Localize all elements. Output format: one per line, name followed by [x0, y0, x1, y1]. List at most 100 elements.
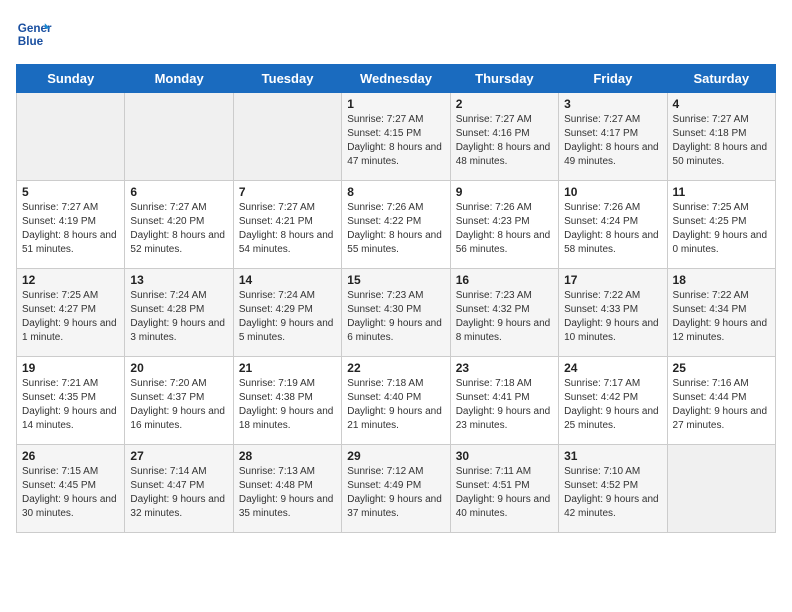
day-cell: 7 Sunrise: 7:27 AM Sunset: 4:21 PM Daylig…: [233, 181, 341, 269]
day-info: Sunrise: 7:27 AM Sunset: 4:19 PM Dayligh…: [22, 201, 119, 257]
day-cell: 5 Sunrise: 7:27 AM Sunset: 4:19 PM Daylig…: [17, 181, 125, 269]
day-info: Sunrise: 7:21 AM Sunset: 4:35 PM Dayligh…: [22, 377, 119, 433]
svg-text:General: General: [18, 22, 52, 35]
header-cell-tuesday: Tuesday: [233, 65, 341, 93]
day-info: Sunrise: 7:10 AM Sunset: 4:52 PM Dayligh…: [564, 465, 661, 521]
week-row-1: 1Sunrise: 7:27 AM Sunset: 4:15 PM Daylig…: [17, 93, 776, 181]
day-number: 26: [22, 449, 119, 463]
day-cell: 6 Sunrise: 7:27 AM Sunset: 4:20 PM Daylig…: [125, 181, 233, 269]
day-info: Sunrise: 7:27 AM Sunset: 4:20 PM Dayligh…: [130, 201, 227, 257]
header-row: SundayMondayTuesdayWednesdayThursdayFrid…: [17, 65, 776, 93]
day-number: 11: [673, 185, 770, 199]
day-number: 31: [564, 449, 661, 463]
day-info: Sunrise: 7:26 AM Sunset: 4:24 PM Dayligh…: [564, 201, 661, 257]
day-cell: 23 Sunrise: 7:18 AM Sunset: 4:41 PM Dayli…: [450, 357, 558, 445]
week-row-3: 12 Sunrise: 7:25 AM Sunset: 4:27 PM Dayli…: [17, 269, 776, 357]
day-number: 30: [456, 449, 553, 463]
day-cell: 11 Sunrise: 7:25 AM Sunset: 4:25 PM Dayli…: [667, 181, 775, 269]
calendar-table: SundayMondayTuesdayWednesdayThursdayFrid…: [16, 64, 776, 533]
day-cell: 20Sunrise: 7:20 AM Sunset: 4:37 PM Dayli…: [125, 357, 233, 445]
day-number: 25: [673, 361, 770, 375]
day-cell: [667, 445, 775, 533]
day-number: 7: [239, 185, 336, 199]
day-number: 20: [130, 361, 227, 375]
day-number: 14: [239, 273, 336, 287]
day-number: 3: [564, 97, 661, 111]
day-info: Sunrise: 7:26 AM Sunset: 4:23 PM Dayligh…: [456, 201, 553, 257]
day-number: 15: [347, 273, 444, 287]
day-cell: 10Sunrise: 7:26 AM Sunset: 4:24 PM Dayli…: [559, 181, 667, 269]
day-number: 22: [347, 361, 444, 375]
day-info: Sunrise: 7:23 AM Sunset: 4:30 PM Dayligh…: [347, 289, 444, 345]
day-info: Sunrise: 7:23 AM Sunset: 4:32 PM Dayligh…: [456, 289, 553, 345]
day-cell: 2Sunrise: 7:27 AM Sunset: 4:16 PM Daylig…: [450, 93, 558, 181]
day-number: 5: [22, 185, 119, 199]
day-number: 17: [564, 273, 661, 287]
day-info: Sunrise: 7:13 AM Sunset: 4:48 PM Dayligh…: [239, 465, 336, 521]
day-info: Sunrise: 7:25 AM Sunset: 4:25 PM Dayligh…: [673, 201, 770, 257]
header-cell-friday: Friday: [559, 65, 667, 93]
day-cell: 1Sunrise: 7:27 AM Sunset: 4:15 PM Daylig…: [342, 93, 450, 181]
day-number: 16: [456, 273, 553, 287]
day-cell: 28 Sunrise: 7:13 AM Sunset: 4:48 PM Dayli…: [233, 445, 341, 533]
day-cell: 31 Sunrise: 7:10 AM Sunset: 4:52 PM Dayli…: [559, 445, 667, 533]
day-info: Sunrise: 7:14 AM Sunset: 4:47 PM Dayligh…: [130, 465, 227, 521]
page-header: General Blue: [16, 16, 776, 52]
day-cell: 16 Sunrise: 7:23 AM Sunset: 4:32 PM Dayli…: [450, 269, 558, 357]
day-number: 12: [22, 273, 119, 287]
day-info: Sunrise: 7:22 AM Sunset: 4:33 PM Dayligh…: [564, 289, 661, 345]
day-cell: 8 Sunrise: 7:26 AM Sunset: 4:22 PM Daylig…: [342, 181, 450, 269]
header-cell-saturday: Saturday: [667, 65, 775, 93]
day-number: 13: [130, 273, 227, 287]
day-info: Sunrise: 7:24 AM Sunset: 4:28 PM Dayligh…: [130, 289, 227, 345]
day-info: Sunrise: 7:11 AM Sunset: 4:51 PM Dayligh…: [456, 465, 553, 521]
day-info: Sunrise: 7:22 AM Sunset: 4:34 PM Dayligh…: [673, 289, 770, 345]
day-number: 1: [347, 97, 444, 111]
header-cell-sunday: Sunday: [17, 65, 125, 93]
day-info: Sunrise: 7:12 AM Sunset: 4:49 PM Dayligh…: [347, 465, 444, 521]
day-info: Sunrise: 7:25 AM Sunset: 4:27 PM Dayligh…: [22, 289, 119, 345]
day-cell: 29 Sunrise: 7:12 AM Sunset: 4:49 PM Dayli…: [342, 445, 450, 533]
day-cell: 30 Sunrise: 7:11 AM Sunset: 4:51 PM Dayli…: [450, 445, 558, 533]
day-number: 6: [130, 185, 227, 199]
day-cell: 9 Sunrise: 7:26 AM Sunset: 4:23 PM Daylig…: [450, 181, 558, 269]
day-info: Sunrise: 7:27 AM Sunset: 4:21 PM Dayligh…: [239, 201, 336, 257]
day-cell: 21Sunrise: 7:19 AM Sunset: 4:38 PM Dayli…: [233, 357, 341, 445]
day-cell: 4Sunrise: 7:27 AM Sunset: 4:18 PM Daylig…: [667, 93, 775, 181]
day-number: 2: [456, 97, 553, 111]
day-number: 21: [239, 361, 336, 375]
day-info: Sunrise: 7:17 AM Sunset: 4:42 PM Dayligh…: [564, 377, 661, 433]
svg-text:Blue: Blue: [18, 35, 44, 48]
day-cell: 13 Sunrise: 7:24 AM Sunset: 4:28 PM Dayli…: [125, 269, 233, 357]
day-cell: [125, 93, 233, 181]
week-row-2: 5 Sunrise: 7:27 AM Sunset: 4:19 PM Daylig…: [17, 181, 776, 269]
day-cell: 15 Sunrise: 7:23 AM Sunset: 4:30 PM Dayli…: [342, 269, 450, 357]
day-info: Sunrise: 7:15 AM Sunset: 4:45 PM Dayligh…: [22, 465, 119, 521]
day-number: 29: [347, 449, 444, 463]
day-cell: [17, 93, 125, 181]
day-number: 24: [564, 361, 661, 375]
day-number: 27: [130, 449, 227, 463]
day-cell: 19Sunrise: 7:21 AM Sunset: 4:35 PM Dayli…: [17, 357, 125, 445]
day-cell: 18 Sunrise: 7:22 AM Sunset: 4:34 PM Dayli…: [667, 269, 775, 357]
logo: General Blue: [16, 16, 52, 52]
day-cell: 14Sunrise: 7:24 AM Sunset: 4:29 PM Dayli…: [233, 269, 341, 357]
day-info: Sunrise: 7:18 AM Sunset: 4:41 PM Dayligh…: [456, 377, 553, 433]
day-info: Sunrise: 7:27 AM Sunset: 4:17 PM Dayligh…: [564, 113, 661, 169]
day-cell: 27 Sunrise: 7:14 AM Sunset: 4:47 PM Dayli…: [125, 445, 233, 533]
header-cell-wednesday: Wednesday: [342, 65, 450, 93]
day-cell: 24 Sunrise: 7:17 AM Sunset: 4:42 PM Dayli…: [559, 357, 667, 445]
day-number: 8: [347, 185, 444, 199]
day-cell: 17 Sunrise: 7:22 AM Sunset: 4:33 PM Dayli…: [559, 269, 667, 357]
day-cell: 3 Sunrise: 7:27 AM Sunset: 4:17 PM Daylig…: [559, 93, 667, 181]
day-number: 9: [456, 185, 553, 199]
day-number: 18: [673, 273, 770, 287]
logo-icon: General Blue: [16, 16, 52, 52]
day-number: 23: [456, 361, 553, 375]
day-number: 28: [239, 449, 336, 463]
day-cell: 22Sunrise: 7:18 AM Sunset: 4:40 PM Dayli…: [342, 357, 450, 445]
day-info: Sunrise: 7:26 AM Sunset: 4:22 PM Dayligh…: [347, 201, 444, 257]
day-info: Sunrise: 7:16 AM Sunset: 4:44 PM Dayligh…: [673, 377, 770, 433]
day-cell: 12 Sunrise: 7:25 AM Sunset: 4:27 PM Dayli…: [17, 269, 125, 357]
day-cell: 26 Sunrise: 7:15 AM Sunset: 4:45 PM Dayli…: [17, 445, 125, 533]
